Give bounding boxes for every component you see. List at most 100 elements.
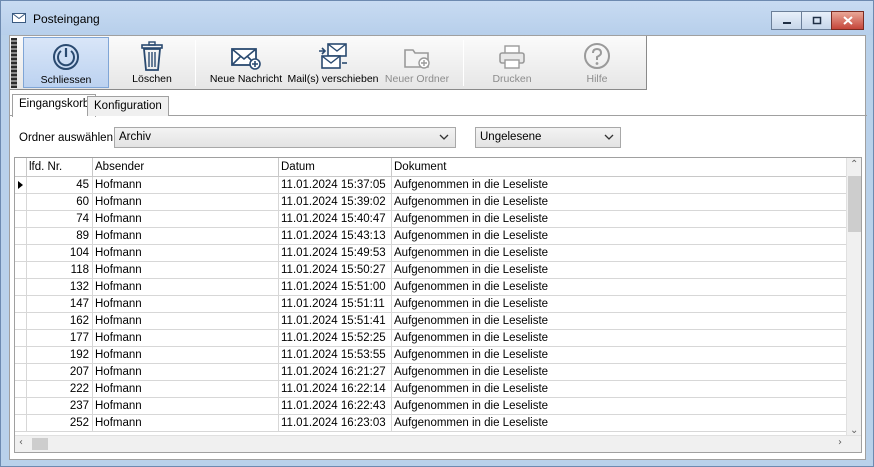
close-window-label: Schliessen — [40, 74, 92, 86]
table-row[interactable]: 177 Hofmann 11.01.2024 15:52:25 Aufgenommen… — [15, 330, 847, 347]
status-filter-select[interactable]: Ungelesene — [475, 127, 621, 148]
horizontal-scrollbar[interactable]: ‹ › — [15, 435, 861, 452]
row-selector[interactable] — [15, 211, 27, 227]
table-row[interactable]: 147 Hofmann 11.01.2024 15:51:11 Aufgenommen… — [15, 296, 847, 313]
print-button[interactable]: Drucken — [480, 37, 544, 88]
table-row[interactable]: 192 Hofmann 11.01.2024 15:53:55 Aufgenommen… — [15, 347, 847, 364]
cell-dokument: Aufgenommen in die Leseliste — [394, 179, 549, 191]
row-selector[interactable] — [15, 313, 27, 329]
cell-datum: 11.01.2024 15:43:13 — [279, 228, 392, 244]
row-selector[interactable] — [15, 245, 27, 261]
scroll-left-icon[interactable]: ‹ — [19, 437, 23, 448]
row-selector[interactable] — [15, 228, 27, 244]
row-selector[interactable] — [15, 347, 27, 363]
table-row[interactable]: 252 Hofmann 11.01.2024 16:23:03 Aufgenommen… — [15, 415, 847, 432]
cell-nr: 118 — [27, 262, 93, 278]
row-selector[interactable] — [15, 381, 27, 397]
table-row[interactable]: 89 Hofmann 11.01.2024 15:43:13 Aufgenommen … — [15, 228, 847, 245]
tab-eingangskorb[interactable]: Eingangskorb — [12, 94, 97, 117]
table-row[interactable]: 162 Hofmann 11.01.2024 15:51:41 Aufgenommen… — [15, 313, 847, 330]
table-row[interactable]: 222 Hofmann 11.01.2024 16:22:14 Aufgenommen… — [15, 381, 847, 398]
mail-grid: lfd. Nr. Absender Datum Dokument 45 Hofma… — [14, 157, 862, 453]
print-label: Drucken — [492, 73, 532, 85]
table-row[interactable]: 74 Hofmann 11.01.2024 15:40:47 Aufgenommen … — [15, 211, 847, 228]
table-row[interactable]: 237 Hofmann 11.01.2024 16:22:43 Aufgenommen… — [15, 398, 847, 415]
window: Posteingang Schliessen Löschen Neue Nach… — [0, 0, 874, 467]
cell-absender: Hofmann — [93, 211, 279, 227]
cell-nr: 192 — [27, 347, 93, 363]
cell-dokument: Aufgenommen in die Leseliste — [394, 213, 549, 225]
help-label: Hilfe — [586, 73, 608, 85]
cell-absender: Hofmann — [93, 296, 279, 312]
cell-dokument: Aufgenommen in die Leseliste — [394, 349, 549, 361]
row-selector[interactable] — [15, 296, 27, 312]
help-button[interactable]: Hilfe — [566, 37, 628, 88]
cell-absender: Hofmann — [93, 194, 279, 210]
delete-button[interactable]: Löschen — [120, 37, 184, 88]
grid-header: lfd. Nr. Absender Datum Dokument — [15, 158, 847, 177]
row-selector[interactable] — [15, 279, 27, 295]
new-message-button[interactable]: Neue Nachricht — [208, 37, 284, 88]
maximize-button[interactable] — [801, 11, 832, 30]
toolbar-grip[interactable] — [11, 38, 17, 88]
cell-datum: 11.01.2024 15:53:55 — [279, 347, 392, 363]
maximize-icon — [812, 16, 821, 25]
row-selector[interactable] — [15, 415, 27, 431]
cell-dokument: Aufgenommen in die Leseliste — [394, 315, 549, 327]
tab-konfiguration[interactable]: Konfiguration — [87, 96, 169, 116]
row-selector[interactable] — [15, 262, 27, 278]
tab-eingangskorb-label: Eingangskorb — [19, 98, 90, 110]
row-selector[interactable] — [15, 364, 27, 380]
column-header-absender[interactable]: Absender — [93, 158, 279, 176]
column-header-dokument[interactable]: Dokument — [392, 158, 847, 176]
delete-label: Löschen — [132, 73, 172, 85]
new-mail-icon — [231, 48, 261, 70]
cell-dokument: Aufgenommen in die Leseliste — [394, 230, 549, 242]
minimize-icon — [782, 21, 791, 24]
cell-dokument: Aufgenommen in die Leseliste — [394, 247, 549, 259]
column-header-nr[interactable]: lfd. Nr. — [27, 158, 93, 176]
cell-datum: 11.01.2024 15:49:53 — [279, 245, 392, 261]
table-row[interactable]: 118 Hofmann 11.01.2024 15:50:27 Aufgenommen… — [15, 262, 847, 279]
cell-absender: Hofmann — [93, 228, 279, 244]
cell-datum: 11.01.2024 15:51:41 — [279, 313, 392, 329]
vertical-scroll-thumb[interactable] — [848, 176, 861, 232]
new-folder-label: Neuer Ordner — [384, 73, 450, 85]
minimize-button[interactable] — [771, 11, 802, 30]
cell-nr: 147 — [27, 296, 93, 312]
column-header-datum[interactable]: Datum — [279, 158, 392, 176]
scroll-up-icon[interactable]: ⌃ — [850, 159, 858, 170]
cell-nr: 132 — [27, 279, 93, 295]
table-row[interactable]: 45 Hofmann 11.01.2024 15:37:05 Aufgenommen … — [15, 177, 847, 194]
new-folder-button[interactable]: Neuer Ordner — [382, 37, 452, 88]
table-row[interactable]: 207 Hofmann 11.01.2024 16:21:27 Aufgenommen… — [15, 364, 847, 381]
row-selector[interactable] — [15, 177, 27, 193]
cell-datum: 11.01.2024 16:21:27 — [279, 364, 392, 380]
cell-dokument: Aufgenommen in die Leseliste — [394, 417, 549, 429]
table-row[interactable]: 132 Hofmann 11.01.2024 15:51:00 Aufgenommen… — [15, 279, 847, 296]
horizontal-scroll-thumb[interactable] — [32, 438, 48, 450]
title-bar[interactable]: Posteingang — [1, 1, 873, 35]
cell-nr: 162 — [27, 313, 93, 329]
cell-datum: 11.01.2024 16:22:43 — [279, 398, 392, 414]
folder-select[interactable]: Archiv — [114, 127, 456, 148]
printer-icon — [499, 45, 525, 69]
row-selector-header — [15, 158, 27, 176]
vertical-scrollbar[interactable]: ⌃ ⌄ — [846, 158, 861, 436]
window-title: Posteingang — [33, 12, 100, 26]
cell-dokument: Aufgenommen in die Leseliste — [394, 196, 549, 208]
cell-dokument: Aufgenommen in die Leseliste — [394, 298, 549, 310]
cell-nr: 207 — [27, 364, 93, 380]
cell-dokument: Aufgenommen in die Leseliste — [394, 332, 549, 344]
row-selector[interactable] — [15, 330, 27, 346]
close-button[interactable] — [831, 11, 864, 30]
scroll-right-icon[interactable]: › — [838, 437, 842, 448]
cell-absender: Hofmann — [93, 347, 279, 363]
row-selector[interactable] — [15, 194, 27, 210]
row-selector[interactable] — [15, 398, 27, 414]
table-row[interactable]: 104 Hofmann 11.01.2024 15:49:53 Aufgenommen… — [15, 245, 847, 262]
move-mails-button[interactable]: Mail(s) verschieben — [287, 37, 379, 88]
table-row[interactable]: 60 Hofmann 11.01.2024 15:39:02 Aufgenommen … — [15, 194, 847, 211]
status-filter-value: Ungelesene — [480, 131, 542, 143]
close-window-button[interactable]: Schliessen — [23, 37, 109, 88]
